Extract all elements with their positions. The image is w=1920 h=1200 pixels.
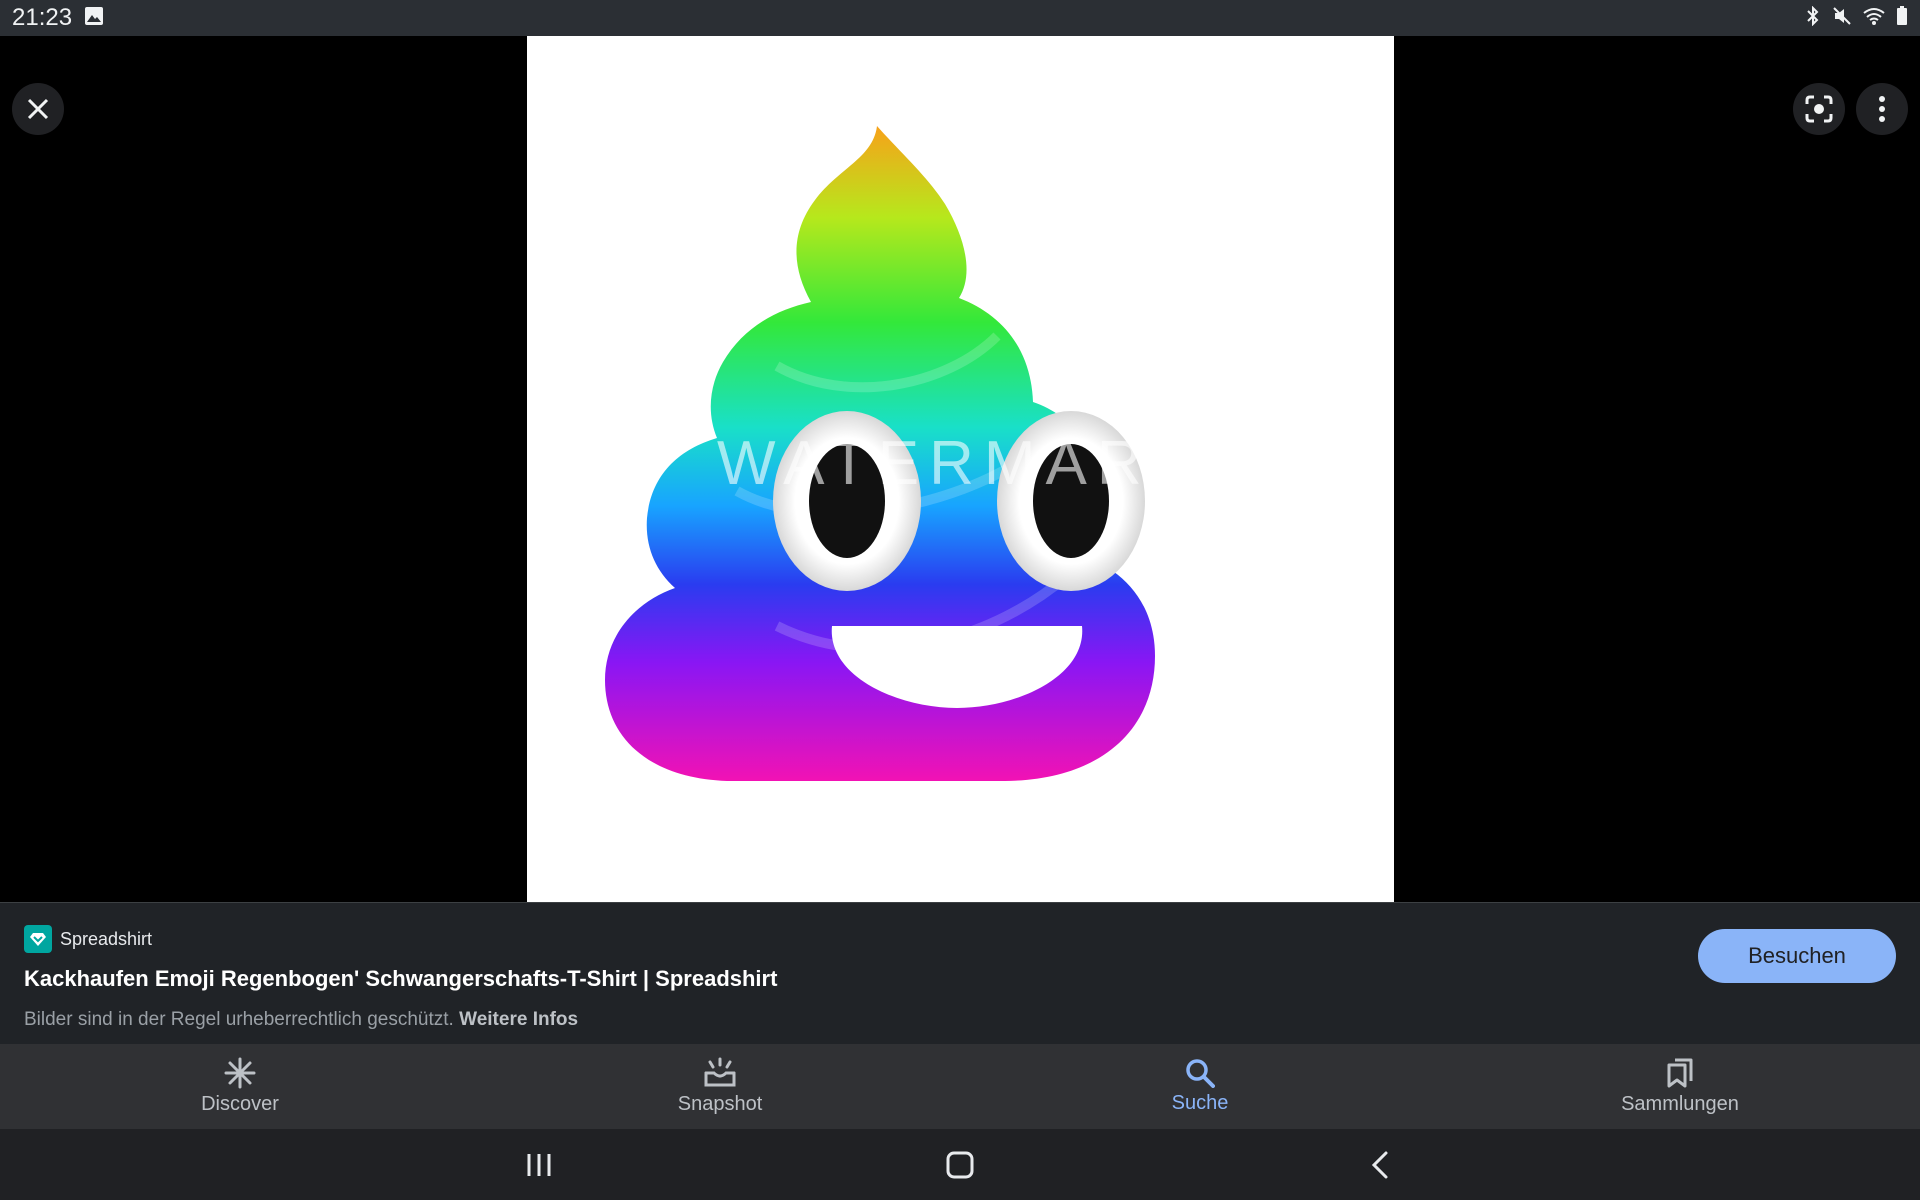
- status-clock: 21:23: [12, 4, 73, 31]
- bluetooth-icon: [1804, 5, 1822, 31]
- battery-icon: [1896, 5, 1908, 31]
- home-icon: [946, 1151, 974, 1178]
- result-info-panel: Spreadshirt Kackhaufen Emoji Regenbogen'…: [0, 902, 1920, 1044]
- nav-search[interactable]: Suche: [960, 1044, 1440, 1129]
- close-button[interactable]: [12, 83, 64, 135]
- result-image[interactable]: WATERMARK: [527, 36, 1394, 902]
- lens-button[interactable]: [1793, 83, 1845, 135]
- nav-snapshot[interactable]: Snapshot: [480, 1044, 960, 1129]
- status-left: 21:23: [12, 4, 104, 32]
- bottom-navigation: Discover Snapshot Suche Sammlungen: [0, 1044, 1920, 1129]
- discover-asterisk-icon: [224, 1057, 256, 1089]
- close-icon: [27, 98, 49, 120]
- status-bar: 21:23: [0, 0, 1920, 36]
- snapshot-icon: [704, 1057, 736, 1087]
- search-icon: [1186, 1059, 1215, 1088]
- back-button[interactable]: [1340, 1129, 1420, 1200]
- back-icon: [1371, 1151, 1388, 1178]
- more-vert-icon: [1879, 96, 1885, 122]
- recents-button[interactable]: [499, 1129, 579, 1200]
- nav-discover[interactable]: Discover: [0, 1044, 480, 1129]
- gallery-notification-icon: [84, 6, 104, 31]
- collections-icon: [1667, 1058, 1693, 1088]
- more-info-link[interactable]: Weitere Infos: [459, 1009, 578, 1030]
- rainbow-poop-emoji-image: WATERMARK: [605, 126, 1203, 781]
- nav-label-search: Suche: [1171, 1092, 1229, 1114]
- system-navigation-bar: [0, 1129, 1920, 1200]
- nav-label-snapshot: Snapshot: [677, 1093, 763, 1115]
- nav-label-collections: Sammlungen: [1621, 1093, 1739, 1115]
- image-viewer: WATERMARK: [0, 36, 1920, 902]
- result-title[interactable]: Kackhaufen Emoji Regenbogen' Schwangersc…: [24, 966, 777, 992]
- copyright-text: Bilder sind in der Regel urheberrechtlic…: [24, 1009, 454, 1030]
- more-options-button[interactable]: [1856, 83, 1908, 135]
- nav-collections[interactable]: Sammlungen: [1440, 1044, 1920, 1129]
- source-name: Spreadshirt: [60, 928, 153, 949]
- image-watermark: WATERMARK: [717, 429, 1203, 498]
- wifi-icon: [1862, 6, 1886, 31]
- copyright-notice: Bilder sind in der Regel urheberrechtlic…: [24, 1009, 578, 1031]
- visit-button[interactable]: Besuchen: [1698, 929, 1896, 983]
- spreadshirt-logo-icon: [24, 925, 52, 953]
- status-right: [1804, 5, 1908, 31]
- recents-icon: [527, 1153, 551, 1176]
- nav-label-discover: Discover: [201, 1093, 279, 1115]
- source-row[interactable]: Spreadshirt: [24, 925, 152, 953]
- mute-icon: [1832, 6, 1852, 31]
- home-button[interactable]: [920, 1129, 1000, 1200]
- lens-icon: [1805, 95, 1833, 123]
